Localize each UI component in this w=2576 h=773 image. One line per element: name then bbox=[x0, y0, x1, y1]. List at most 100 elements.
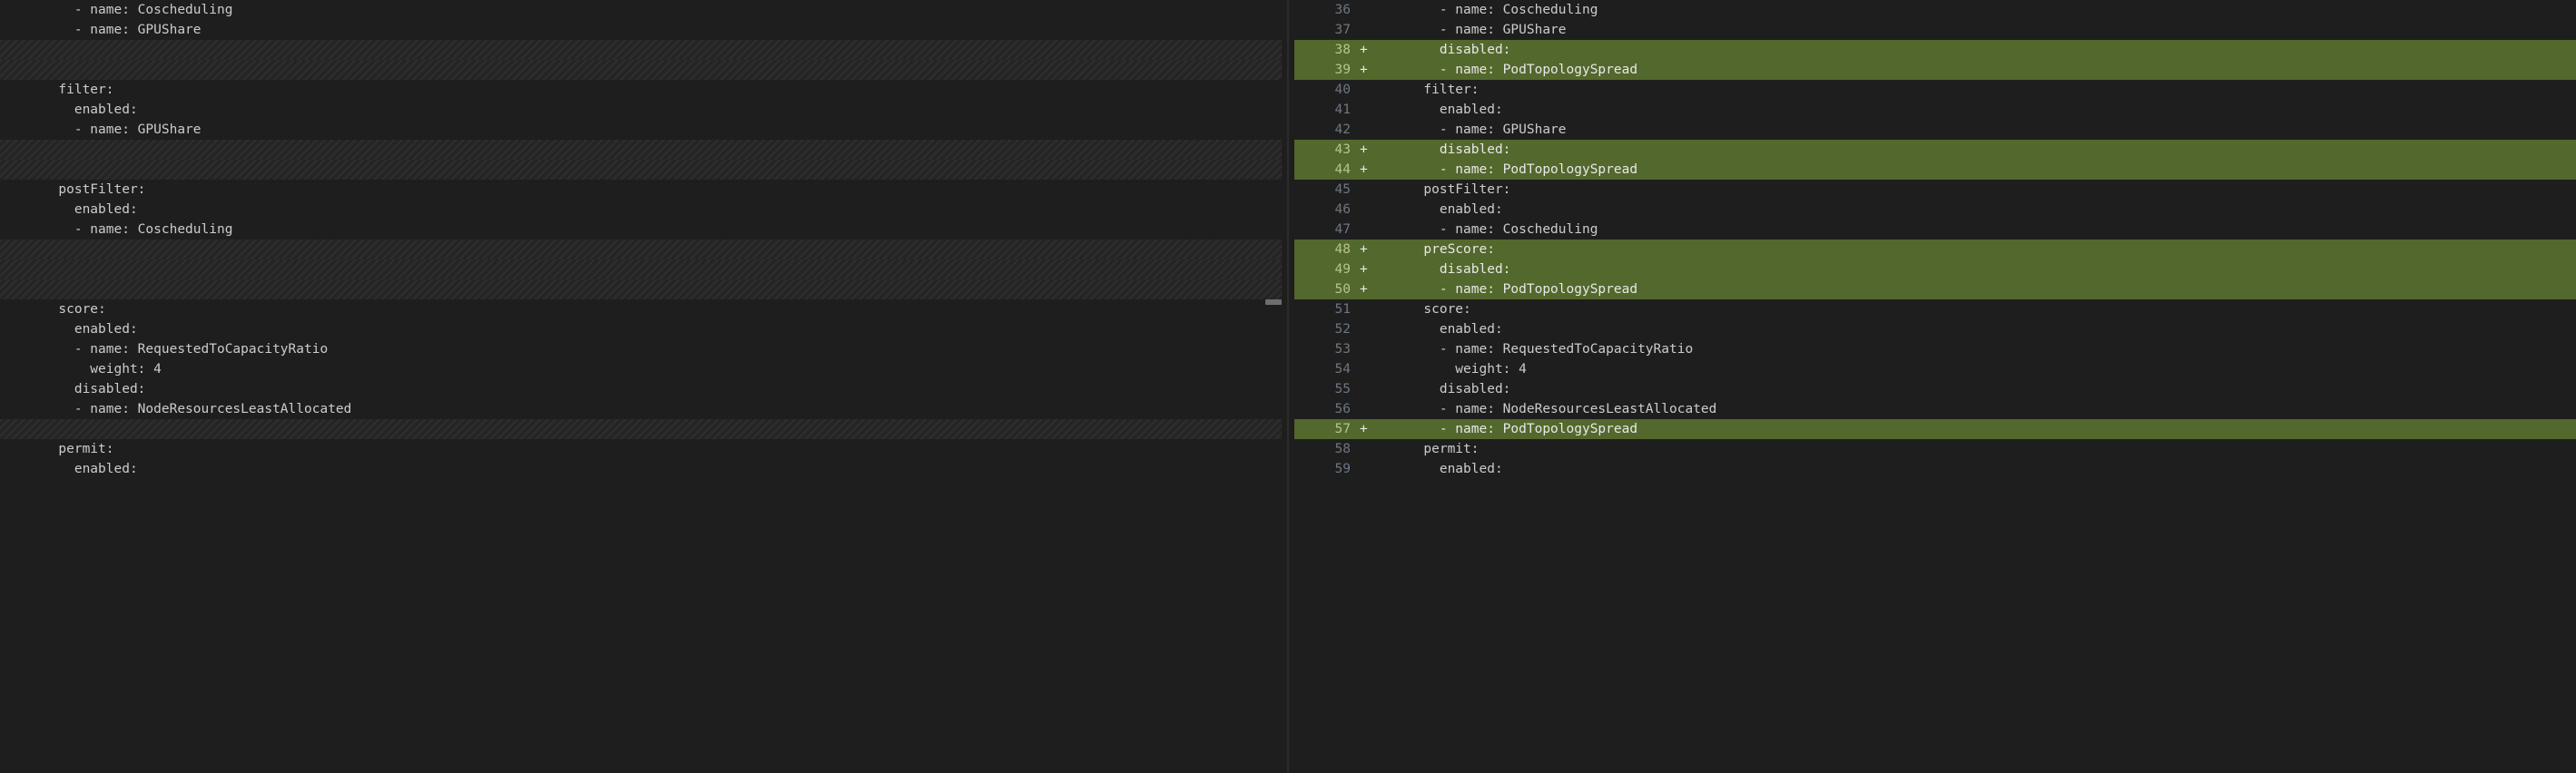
code-text: - name: GPUShare bbox=[0, 120, 1282, 140]
code-row[interactable] bbox=[0, 160, 1282, 180]
code-row[interactable]: 59 enabled: bbox=[1294, 459, 2576, 479]
code-text: postFilter: bbox=[0, 180, 1282, 200]
code-row[interactable]: - name: RequestedToCapacityRatio bbox=[0, 339, 1282, 359]
diff-sign: + bbox=[1360, 140, 1372, 160]
code-row[interactable]: disabled: bbox=[0, 379, 1282, 399]
code-text: - name: PodTopologySpread bbox=[1372, 160, 2576, 180]
split-handle-icon[interactable] bbox=[1265, 299, 1282, 305]
code-row[interactable]: 45 postFilter: bbox=[1294, 180, 2576, 200]
code-row[interactable]: 54 weight: 4 bbox=[1294, 359, 2576, 379]
code-row[interactable]: enabled: bbox=[0, 200, 1282, 220]
line-number: 40 bbox=[1294, 80, 1360, 100]
code-row[interactable]: score: bbox=[0, 299, 1282, 319]
diff-sign bbox=[1360, 220, 1372, 240]
code-text: preScore: bbox=[1372, 240, 2576, 259]
code-text: permit: bbox=[0, 439, 1282, 459]
code-text: - name: PodTopologySpread bbox=[1372, 419, 2576, 439]
code-row[interactable]: enabled: bbox=[0, 459, 1282, 479]
code-row[interactable]: permit: bbox=[0, 439, 1282, 459]
code-text: postFilter: bbox=[1372, 180, 2576, 200]
code-text: enabled: bbox=[0, 459, 1282, 479]
code-row[interactable] bbox=[0, 140, 1282, 160]
diff-left-pane[interactable]: - name: Coscheduling - name: GPUShare fi… bbox=[0, 0, 1282, 773]
code-row[interactable]: 47 - name: Coscheduling bbox=[1294, 220, 2576, 240]
code-row[interactable]: 46 enabled: bbox=[1294, 200, 2576, 220]
code-text: - name: NodeResourcesLeastAllocated bbox=[1372, 399, 2576, 419]
diff-sign bbox=[1360, 80, 1372, 100]
code-row[interactable]: - name: GPUShare bbox=[0, 120, 1282, 140]
diff-sign: + bbox=[1360, 419, 1372, 439]
line-number: 55 bbox=[1294, 379, 1360, 399]
diff-sign bbox=[1360, 359, 1372, 379]
diff-sign: + bbox=[1360, 40, 1372, 60]
code-row[interactable]: 44+ - name: PodTopologySpread bbox=[1294, 160, 2576, 180]
code-row[interactable]: 51 score: bbox=[1294, 299, 2576, 319]
code-row[interactable]: weight: 4 bbox=[0, 359, 1282, 379]
line-number: 52 bbox=[1294, 319, 1360, 339]
code-text: score: bbox=[1372, 299, 2576, 319]
code-row[interactable]: enabled: bbox=[0, 319, 1282, 339]
code-text: filter: bbox=[0, 80, 1282, 100]
line-number: 41 bbox=[1294, 100, 1360, 120]
code-row[interactable]: 36 - name: Coscheduling bbox=[1294, 0, 2576, 20]
code-row[interactable]: 48+ preScore: bbox=[1294, 240, 2576, 259]
code-row[interactable]: postFilter: bbox=[0, 180, 1282, 200]
diff-sign: + bbox=[1360, 160, 1372, 180]
diff-sign bbox=[1360, 20, 1372, 40]
code-row[interactable]: 53 - name: RequestedToCapacityRatio bbox=[1294, 339, 2576, 359]
line-number: 54 bbox=[1294, 359, 1360, 379]
code-row[interactable]: 56 - name: NodeResourcesLeastAllocated bbox=[1294, 399, 2576, 419]
code-row[interactable]: 43+ disabled: bbox=[1294, 140, 2576, 160]
line-number: 49 bbox=[1294, 259, 1360, 279]
line-number: 36 bbox=[1294, 0, 1360, 20]
diff-right-pane[interactable]: 36 - name: Coscheduling37 - name: GPUSha… bbox=[1294, 0, 2576, 773]
code-text: enabled: bbox=[1372, 319, 2576, 339]
code-row[interactable]: - name: Coscheduling bbox=[0, 220, 1282, 240]
code-row[interactable] bbox=[0, 40, 1282, 60]
code-text bbox=[0, 240, 1282, 259]
line-number: 39 bbox=[1294, 60, 1360, 80]
code-row[interactable]: 42 - name: GPUShare bbox=[1294, 120, 2576, 140]
code-row[interactable] bbox=[0, 60, 1282, 80]
code-text: disabled: bbox=[1372, 379, 2576, 399]
diff-sign: + bbox=[1360, 60, 1372, 80]
code-text: - name: RequestedToCapacityRatio bbox=[1372, 339, 2576, 359]
code-row[interactable]: 50+ - name: PodTopologySpread bbox=[1294, 279, 2576, 299]
code-row[interactable]: 52 enabled: bbox=[1294, 319, 2576, 339]
code-text: - name: PodTopologySpread bbox=[1372, 279, 2576, 299]
code-text: - name: Coscheduling bbox=[0, 0, 1282, 20]
code-row[interactable] bbox=[0, 259, 1282, 279]
diff-sign: + bbox=[1360, 259, 1372, 279]
code-row[interactable]: 38+ disabled: bbox=[1294, 40, 2576, 60]
code-row[interactable]: - name: NodeResourcesLeastAllocated bbox=[0, 399, 1282, 419]
code-row[interactable] bbox=[0, 279, 1282, 299]
code-text bbox=[0, 60, 1282, 80]
diff-sign bbox=[1360, 339, 1372, 359]
code-row[interactable]: 40 filter: bbox=[1294, 80, 2576, 100]
line-number: 48 bbox=[1294, 240, 1360, 259]
diff-sign bbox=[1360, 459, 1372, 479]
code-row[interactable]: 49+ disabled: bbox=[1294, 259, 2576, 279]
code-row[interactable] bbox=[0, 240, 1282, 259]
diff-sign bbox=[1360, 319, 1372, 339]
code-text bbox=[0, 259, 1282, 279]
code-row[interactable]: 37 - name: GPUShare bbox=[1294, 20, 2576, 40]
code-row[interactable]: 41 enabled: bbox=[1294, 100, 2576, 120]
pane-divider[interactable] bbox=[1282, 0, 1294, 773]
code-text: score: bbox=[0, 299, 1282, 319]
code-row[interactable]: - name: GPUShare bbox=[0, 20, 1282, 40]
code-row[interactable]: 55 disabled: bbox=[1294, 379, 2576, 399]
code-row[interactable]: enabled: bbox=[0, 100, 1282, 120]
code-row[interactable]: 39+ - name: PodTopologySpread bbox=[1294, 60, 2576, 80]
code-row[interactable]: 57+ - name: PodTopologySpread bbox=[1294, 419, 2576, 439]
code-text: enabled: bbox=[0, 319, 1282, 339]
diff-sign bbox=[1360, 100, 1372, 120]
code-row[interactable]: - name: Coscheduling bbox=[0, 0, 1282, 20]
diff-sign bbox=[1360, 0, 1372, 20]
code-row[interactable]: filter: bbox=[0, 80, 1282, 100]
diff-sign bbox=[1360, 299, 1372, 319]
code-text: - name: GPUShare bbox=[1372, 20, 2576, 40]
code-text: disabled: bbox=[1372, 40, 2576, 60]
code-row[interactable] bbox=[0, 419, 1282, 439]
code-row[interactable]: 58 permit: bbox=[1294, 439, 2576, 459]
